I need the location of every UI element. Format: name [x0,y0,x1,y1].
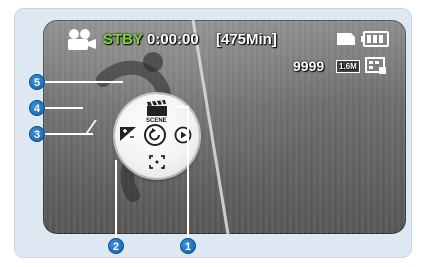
scene-clapper-icon[interactable] [145,100,169,118]
callout-3: 3 [29,126,45,142]
exposure-icon[interactable] [119,126,137,142]
standby-status: STBY [103,31,144,48]
callout-4-leader [43,107,83,109]
resolution-badge: 1.6M [336,60,360,73]
movie-camera-icon [68,29,96,50]
callout-4: 4 [29,100,45,116]
callout-2: 2 [108,238,124,254]
callout-1-leader-v [187,106,189,238]
remaining-time: [475Min] [216,31,277,48]
photo-counter: 9999 [293,58,325,74]
callout-5: 5 [29,74,45,90]
return-icon[interactable] [143,123,167,147]
focus-icon[interactable] [148,154,166,170]
field-photo-background [43,20,406,234]
camcorder-lcd-screen: STBY 0:00:00 [475Min] 9999 1.6M SCENE [43,20,406,234]
callout-2-leader [115,160,117,240]
play-icon[interactable] [174,126,192,144]
callout-5-leader [43,81,123,83]
photo-quality-icon [365,57,386,74]
battery-full-icon [361,31,389,47]
timecode: 0:00:00 [147,31,199,48]
memory-card-icon [337,33,355,45]
callout-1: 1 [180,238,196,254]
